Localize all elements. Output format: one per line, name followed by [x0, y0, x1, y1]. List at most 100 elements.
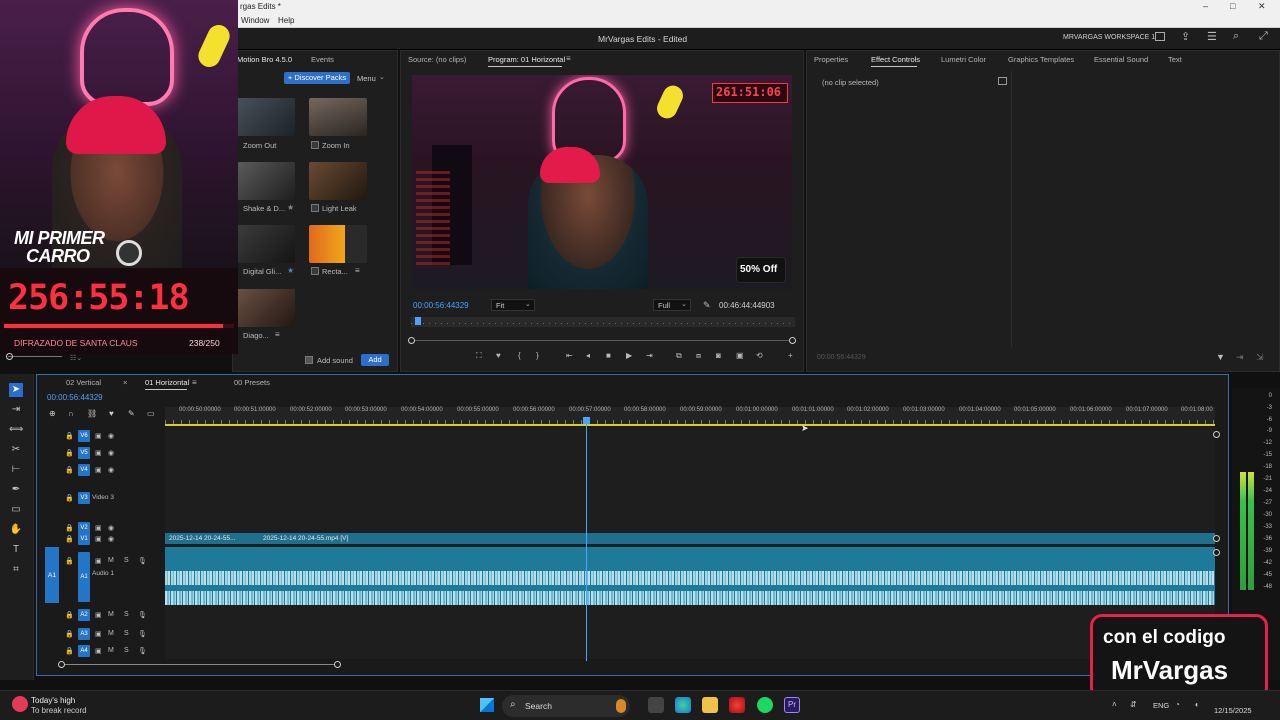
play-icon[interactable]: ▶ [626, 352, 632, 360]
menu-icon[interactable]: ≡ [355, 267, 360, 275]
mute-button[interactable]: M [108, 611, 114, 618]
sync-icon[interactable]: ▣ [95, 611, 102, 619]
linked-selection-icon[interactable]: ⛓ [87, 410, 97, 418]
workspace-name[interactable]: MRVARGAS WORKSPACE 1 [1063, 34, 1155, 41]
settings-wrench-icon[interactable]: ✎ [128, 410, 135, 418]
microphone-icon[interactable]: 🎙 [138, 557, 147, 565]
track-label[interactable]: A1 [78, 552, 90, 602]
minimize-button[interactable]: – [1203, 1, 1208, 11]
playhead-handle[interactable] [583, 417, 590, 424]
scrollbar-handle-right[interactable] [334, 661, 341, 668]
discover-packs-button[interactable]: + Discover Packs [284, 72, 350, 84]
maximize-button[interactable]: □ [1230, 1, 1235, 11]
step-back-icon[interactable]: ◂ [586, 352, 590, 360]
sync-icon[interactable]: ▣ [95, 535, 102, 543]
sync-icon[interactable]: ▣ [95, 630, 102, 638]
preset-thumbnail[interactable] [237, 162, 295, 200]
track-label[interactable]: V5 [78, 447, 90, 459]
lock-icon[interactable]: 🔒 [65, 611, 74, 619]
solo-button[interactable]: S [124, 630, 129, 637]
panel-layout-icon[interactable] [1155, 32, 1165, 41]
slider-handle[interactable] [6, 353, 13, 360]
time-ruler[interactable]: 00:00:50:00000 00:00:51:00000 00:00:52:0… [165, 407, 1215, 425]
solo-button[interactable]: S [124, 611, 129, 618]
tab-text[interactable]: Text [1168, 55, 1182, 64]
marker-icon[interactable]: ⛶ [476, 352, 482, 360]
close-tab-icon[interactable]: × [123, 378, 127, 387]
go-to-out-icon[interactable]: ⇥ [646, 352, 653, 360]
microphone-icon[interactable]: 🎙 [138, 611, 147, 619]
export-icon[interactable]: ⇲ [1256, 352, 1264, 363]
weather-icon[interactable] [12, 696, 28, 712]
wrench-icon[interactable]: ✎ [703, 300, 711, 311]
preset-checkbox[interactable] [311, 204, 319, 212]
app-icon[interactable] [729, 697, 745, 713]
audio-clip[interactable] [165, 547, 1215, 605]
eye-icon[interactable]: ◉ [108, 524, 114, 532]
track-label[interactable]: V3 [78, 492, 90, 504]
progress-icon[interactable]: ☰ [1207, 30, 1217, 43]
tab-motion-bro[interactable]: Motion Bro 4.5.0 [237, 55, 292, 64]
track-label[interactable]: A3 [78, 628, 90, 640]
mark-in-icon[interactable]: { [518, 352, 521, 360]
lock-icon[interactable]: 🔒 [65, 557, 74, 565]
preset-thumbnail[interactable] [309, 162, 367, 200]
preset-thumbnail[interactable] [237, 225, 295, 263]
volume-icon[interactable]: ◖ [1194, 700, 1199, 709]
program-timecode[interactable]: 00:00:56:44329 [413, 301, 469, 310]
eye-icon[interactable]: ◉ [108, 466, 114, 474]
selection-tool-icon[interactable]: ➤ [9, 383, 23, 397]
work-area-bar[interactable] [165, 424, 1215, 426]
slip-tool-icon[interactable]: ⊢ [9, 463, 23, 477]
track-label[interactable]: V1 [78, 533, 90, 545]
preset-thumbnail[interactable] [237, 289, 295, 327]
go-to-in-icon[interactable]: ⇤ [566, 352, 573, 360]
microphone-icon[interactable]: 🎙 [138, 630, 147, 638]
tab-effect-controls[interactable]: Effect Controls [871, 55, 920, 64]
sync-icon[interactable]: ▣ [95, 557, 102, 565]
caption-tool-icon[interactable]: ⌗ [9, 563, 23, 577]
playhead-line[interactable] [586, 417, 587, 661]
sync-icon[interactable]: ▣ [95, 432, 102, 440]
language-indicator[interactable]: ENG [1153, 701, 1169, 710]
menu-icon[interactable]: ≡ [275, 331, 280, 339]
solo-button[interactable]: S [124, 647, 129, 654]
vertical-scroll-handle[interactable] [1213, 431, 1220, 438]
add-button-icon[interactable]: + [788, 352, 793, 360]
file-explorer-icon[interactable] [702, 697, 718, 713]
add-marker-icon[interactable]: ♥ [109, 410, 114, 418]
menu-icon[interactable]: ≡ [566, 55, 571, 63]
snap-icon[interactable]: ∩ [68, 410, 74, 418]
razor-tool-icon[interactable]: ✂ [9, 443, 23, 457]
menu-help[interactable]: Help [278, 16, 294, 25]
tab-lumetri-color[interactable]: Lumetri Color [941, 55, 986, 64]
lock-icon[interactable]: 🔒 [65, 449, 74, 457]
stop-icon[interactable]: ■ [606, 352, 611, 360]
scrollbar-handle-left[interactable] [58, 661, 65, 668]
network-icon[interactable]: ⇵ [1130, 700, 1137, 709]
lock-icon[interactable]: 🔒 [65, 466, 74, 474]
track-label[interactable]: V6 [78, 430, 90, 442]
nest-icon[interactable]: ⊕ [49, 410, 56, 418]
track-label[interactable]: A4 [78, 645, 90, 657]
lock-icon[interactable]: 🔒 [65, 630, 74, 638]
mute-button[interactable]: M [108, 647, 114, 654]
star-icon[interactable]: ★ [287, 204, 294, 212]
lock-icon[interactable]: 🔒 [65, 524, 74, 532]
menu-icon[interactable]: ≡ [192, 379, 197, 387]
mini-timeline-ruler[interactable] [411, 317, 795, 327]
system-date[interactable]: 12/15/2025 [1214, 706, 1252, 715]
preset-thumbnail[interactable] [309, 225, 367, 263]
microphone-icon[interactable]: 🎙 [138, 647, 147, 655]
fullscreen-icon[interactable]: ⤢ [1259, 30, 1268, 43]
sync-icon[interactable]: ▣ [95, 647, 102, 655]
pen-tool-icon[interactable]: ✒ [9, 483, 23, 497]
lock-icon[interactable]: 🔒 [65, 494, 74, 502]
spotify-icon[interactable] [757, 697, 773, 713]
weather-title[interactable]: Today's high [31, 696, 75, 705]
captions-icon[interactable]: ▭ [147, 410, 155, 418]
camera-icon[interactable]: ◙ [716, 352, 721, 360]
timeline-scrollbar[interactable] [61, 664, 339, 665]
add-marker-icon[interactable]: ♥ [496, 352, 501, 360]
search-box[interactable]: ⌕ Search [502, 695, 630, 717]
